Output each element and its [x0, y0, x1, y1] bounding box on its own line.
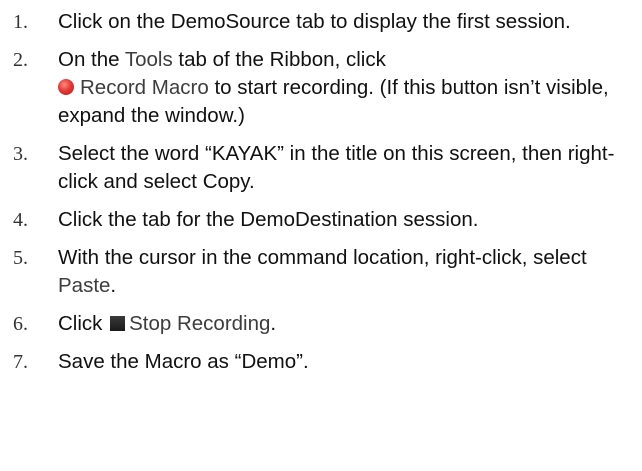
step-number: 5.: [13, 247, 28, 269]
step-text-pre: Click: [58, 312, 109, 335]
stop-icon: [110, 316, 126, 331]
step-1: 1. Click on the DemoSource tab to displa…: [0, 8, 642, 36]
step-6: 6. Click Stop Recording.: [0, 310, 642, 338]
step-number: 1.: [13, 11, 28, 33]
step-text-mid: tab of the Ribbon, click: [172, 48, 386, 71]
record-macro-reference: Record Macro: [80, 76, 209, 99]
step-3: 3. Select the word “KAYAK” in the title …: [0, 140, 642, 196]
step-text: Save the Macro as “Demo”.: [58, 350, 309, 373]
step-number: 6.: [13, 313, 28, 335]
record-icon: [58, 79, 74, 95]
step-text: Click on the DemoSource tab to display t…: [58, 10, 571, 33]
stop-recording-reference: Stop Recording: [129, 312, 271, 335]
step-text: Click the tab for the DemoDestination se…: [58, 208, 479, 231]
step-text: Select the word “KAYAK” in the title on …: [58, 142, 615, 193]
step-7: 7. Save the Macro as “Demo”.: [0, 348, 642, 376]
step-text-pre: With the cursor in the command location,…: [58, 246, 587, 269]
step-number: 4.: [13, 209, 28, 231]
instruction-list: 1. Click on the DemoSource tab to displa…: [0, 0, 642, 376]
step-number: 3.: [13, 143, 28, 165]
step-2: 2. On the Tools tab of the Ribbon, click…: [0, 46, 642, 130]
step-5: 5. With the cursor in the command locati…: [0, 244, 642, 300]
step-text-post: .: [110, 274, 117, 297]
step-text-post: .: [270, 312, 277, 335]
step-text-pre: On the: [58, 48, 125, 71]
step-number: 2.: [13, 49, 28, 71]
paste-reference: Paste: [58, 274, 111, 297]
tools-tab-reference: Tools: [124, 48, 173, 71]
step-4: 4. Click the tab for the DemoDestination…: [0, 206, 642, 234]
step-number: 7.: [13, 351, 28, 373]
